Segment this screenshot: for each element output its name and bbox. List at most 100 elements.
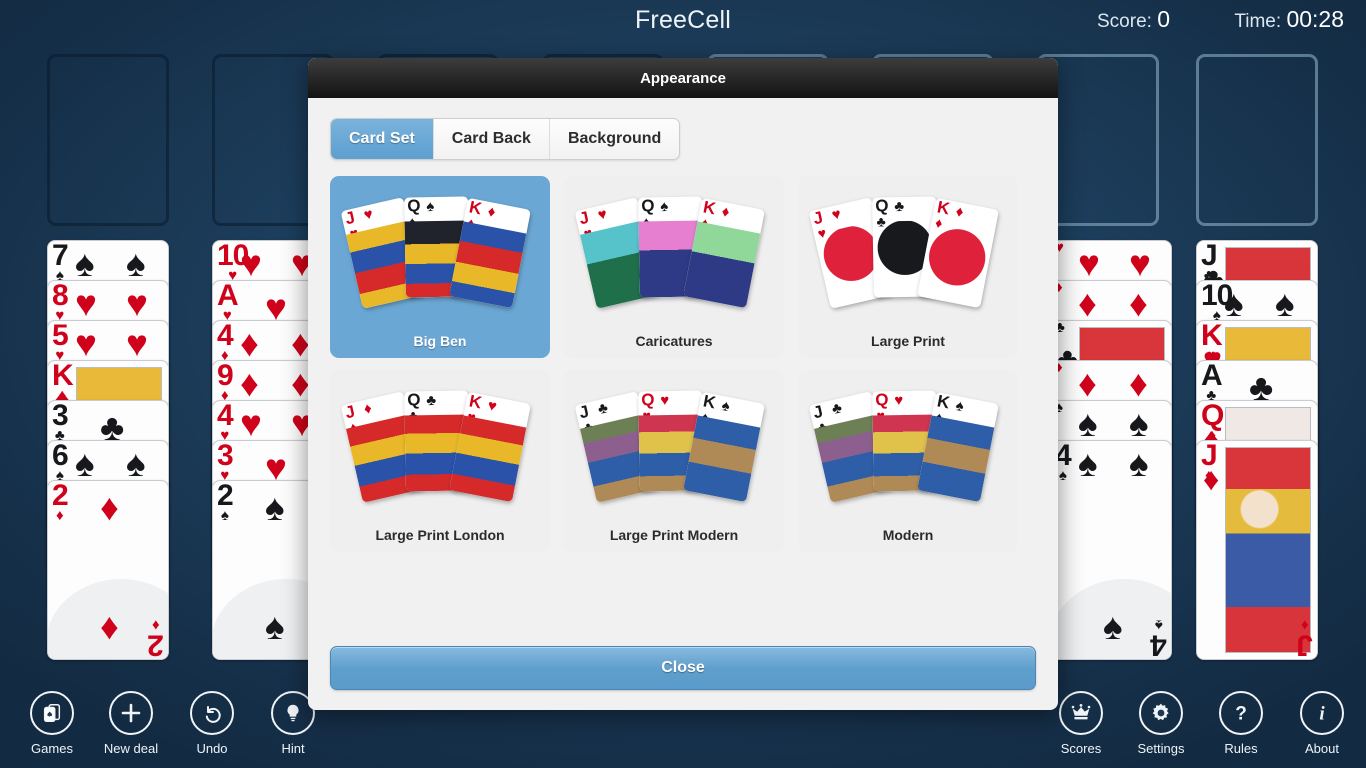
card-suit-icon: ♠ bbox=[1058, 466, 1067, 484]
toolbar-button-new-deal[interactable]: New deal bbox=[88, 691, 174, 756]
card-set-option[interactable]: J♦♦Q♣♣K♥♥ Large Print London bbox=[330, 370, 550, 552]
card-corner-index: 7 ♠ bbox=[52, 240, 69, 282]
foundation-slot[interactable] bbox=[1196, 54, 1318, 226]
card-corner-index: 4 ♥ bbox=[217, 401, 234, 442]
card-suit-pip: ♦ bbox=[100, 487, 119, 528]
card-rank: 3 bbox=[217, 440, 234, 472]
card-set-preview: J♦♦Q♣♣K♥♥ bbox=[340, 381, 535, 521]
card-corner-index: 3 ♣ bbox=[52, 400, 69, 442]
toolbar-button-rules[interactable]: ? Rules bbox=[1198, 691, 1284, 756]
toolbar-button-undo[interactable]: Undo bbox=[169, 691, 255, 756]
card-suit-pip: ♠ bbox=[1078, 403, 1098, 444]
svg-text:i: i bbox=[1319, 704, 1325, 725]
score-label: Score: bbox=[1097, 11, 1152, 32]
preview-card-suit-icon: ♥ bbox=[830, 205, 843, 225]
playing-card[interactable]: J ♦ ♦ J ♦ bbox=[1196, 440, 1318, 660]
card-suit-icon: ♦ bbox=[56, 506, 64, 524]
info-icon: i bbox=[1300, 691, 1344, 735]
undo-arrow-icon bbox=[190, 691, 234, 735]
card-corner-index-bottom: 4 ♠ bbox=[1151, 616, 1167, 660]
card-suit-pip: ♠ bbox=[265, 606, 285, 647]
preview-card-art bbox=[449, 221, 527, 309]
card-corner-index: 9 ♦ bbox=[217, 360, 234, 402]
free-cell-slot[interactable] bbox=[47, 54, 169, 226]
preview-card-suit-icon: ♥ bbox=[596, 205, 609, 225]
time-display: Time: 00:28 bbox=[1234, 6, 1344, 33]
score-display: Score: 0 bbox=[1097, 6, 1170, 33]
preview-card-suit-icon: ♣ bbox=[894, 198, 905, 216]
card-rank: 4 bbox=[217, 320, 234, 352]
card-rank: 4 bbox=[1151, 628, 1167, 660]
tab-bar: Card Set Card Back Background bbox=[330, 118, 681, 160]
toolbar-button-label: Games bbox=[31, 741, 73, 756]
card-suit-pip: ♥ bbox=[1078, 243, 1100, 284]
card-corner-index: A ♥ bbox=[217, 281, 239, 322]
toolbar-button-about[interactable]: i About bbox=[1279, 691, 1365, 756]
time-label: Time: bbox=[1234, 11, 1282, 32]
card-set-option[interactable]: J♣♣Q♥♥K♠♠ Modern bbox=[798, 370, 1018, 552]
toolbar-button-label: Hint bbox=[281, 741, 305, 756]
card-corner-index: 3 ♥ bbox=[217, 440, 234, 482]
svg-text:?: ? bbox=[1235, 704, 1247, 725]
tab-card-back[interactable]: Card Back bbox=[433, 119, 550, 159]
preview-card-art bbox=[449, 415, 527, 503]
toolbar-button-settings[interactable]: Settings bbox=[1118, 691, 1204, 756]
card-corner-index: A ♣ bbox=[1201, 361, 1223, 402]
card-suit-pip: ♠ bbox=[1129, 403, 1149, 444]
tableau-column[interactable]: J ♣ ♣ 10 ♠ ♠ ♠ K ♥ ♥ A ♣ ♣ Q ♦ ♦ J ♦ ♦ J ♦ bbox=[1196, 240, 1318, 660]
preview-card-suit-icon: ♠ bbox=[660, 198, 669, 216]
close-button[interactable]: Close bbox=[330, 646, 1036, 690]
card-rank: 7 bbox=[52, 240, 69, 272]
card-suit-pip: ♠ bbox=[75, 243, 95, 284]
card-set-option[interactable]: J♥♥Q♠♠K♦♦ Caricatures bbox=[564, 176, 784, 358]
card-set-preview: J♣♣Q♥♥K♠♠ bbox=[574, 381, 769, 521]
tableau-column[interactable]: 7 ♠ ♠ ♠ 8 ♥ ♥ ♥ 5 ♥ ♥ ♥ K ♦ ♦ 3 ♣ ♣ 6 ♠ ♠ ♠ 2 ♦ ♦ 2 ♦ ♦ bbox=[47, 240, 169, 660]
card-suit-pip: ♠ bbox=[1078, 443, 1098, 484]
tab-background[interactable]: Background bbox=[549, 119, 680, 159]
preview-card-suit-icon: ♠ bbox=[426, 198, 435, 216]
card-set-option[interactable]: J♥♥Q♠♠K♦♦ Big Ben bbox=[330, 176, 550, 358]
card-set-label: Large Print London bbox=[375, 527, 505, 543]
card-rank: 8 bbox=[52, 280, 69, 312]
playing-card[interactable]: 4 ♠ ♠ ♠ 4 ♠ ♠ bbox=[1050, 440, 1172, 660]
card-set-label: Big Ben bbox=[413, 333, 467, 349]
preview-card-suit-icon: ♦ bbox=[720, 202, 732, 222]
toolbar-button-label: New deal bbox=[103, 741, 159, 756]
card-suit-icon: ♠ bbox=[220, 506, 229, 524]
preview-card-suit-icon: ♥ bbox=[362, 205, 375, 225]
card-rank: J bbox=[1297, 628, 1313, 660]
card-suit-pip: ♦ bbox=[1129, 363, 1148, 404]
card-suit-pip: ♦ bbox=[100, 606, 119, 647]
preview-card-suit-icon: ♦ bbox=[486, 202, 498, 222]
card-set-preview: J♥♥Q♠♠K♦♦ bbox=[574, 187, 769, 327]
card-rank: 9 bbox=[217, 360, 234, 392]
top-status-bar: FreeCell Score: 0 Time: 00:28 bbox=[0, 0, 1366, 46]
card-suit-pip: ♠ bbox=[75, 443, 95, 484]
card-set-preview: J♥♥Q♠♠K♦♦ bbox=[340, 187, 535, 327]
card-suit-pip: ♦ bbox=[240, 323, 259, 364]
card-set-option[interactable]: J♥♥Q♣♣K♦♦ Large Print bbox=[798, 176, 1018, 358]
card-corner-index-bottom: J ♦ bbox=[1297, 616, 1313, 660]
card-suit-pip: ♦ bbox=[1203, 461, 1220, 497]
card-suit-pip: ♠ bbox=[1224, 283, 1244, 324]
preview-card-suit-icon: ♣ bbox=[596, 399, 610, 419]
toolbar-button-games[interactable]: Games bbox=[9, 691, 95, 756]
tab-card-set[interactable]: Card Set bbox=[331, 119, 434, 159]
playing-card[interactable]: 2 ♦ ♦ 2 ♦ ♦ bbox=[47, 480, 169, 660]
card-suit-pip: ♦ bbox=[1078, 283, 1097, 324]
card-rank: 3 bbox=[52, 400, 69, 432]
card-set-option[interactable]: J♣♣Q♥♥K♠♠ Large Print Modern bbox=[564, 370, 784, 552]
gear-icon bbox=[1139, 691, 1183, 735]
card-set-grid: J♥♥Q♠♠K♦♦ Big Ben J♥♥Q♠♠K♦♦CaricaturesJ♥♥Q… bbox=[330, 176, 1036, 552]
card-corner-index: 2 ♦ bbox=[52, 481, 69, 524]
tableau-column[interactable]: ♥ ♥ ♥ ♦ ♦ ♦ ♣ ♣ ♦ ♦ ♦ ♠ ♠ ♠ 4 ♠ ♠ ♠ 4 ♠ ♠ bbox=[1050, 240, 1172, 660]
card-suit-pip: ♠ bbox=[1129, 443, 1149, 484]
preview-card-art bbox=[917, 221, 995, 309]
dialog-body: Card SetCard BackBackground J♥♥Q♠♠K♦♦ Big… bbox=[308, 98, 1058, 636]
toolbar-button-label: Scores bbox=[1060, 741, 1102, 756]
preview-card-suit-icon: ♥ bbox=[660, 392, 670, 410]
card-set-preview: J♣♣Q♥♥K♠♠ bbox=[808, 381, 1003, 521]
card-suit-pip: ♥ bbox=[75, 283, 97, 324]
score-value: 0 bbox=[1157, 6, 1170, 32]
card-set-label: Modern bbox=[882, 527, 934, 543]
